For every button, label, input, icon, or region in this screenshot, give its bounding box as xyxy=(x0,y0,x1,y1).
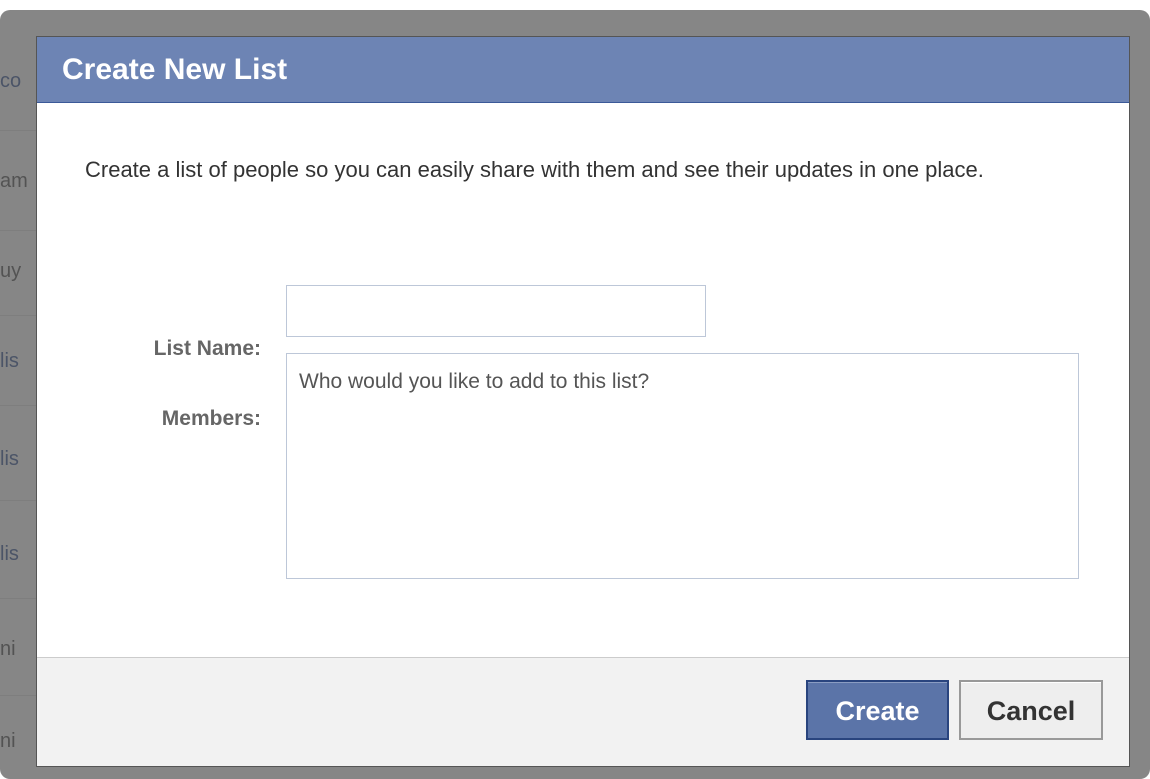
cancel-button[interactable]: Cancel xyxy=(959,680,1103,740)
dialog-description: Create a list of people so you can easil… xyxy=(85,157,984,182)
page: co am uy lis lis lis ni ni Create New Li… xyxy=(0,0,1150,779)
members-input[interactable] xyxy=(286,353,1079,579)
dialog-header: Create New List xyxy=(37,37,1129,103)
create-list-dialog: Create New List Create a list of people … xyxy=(36,36,1130,767)
dialog-footer: Create Cancel xyxy=(37,657,1129,766)
list-name-input[interactable] xyxy=(286,285,706,337)
members-label: Members: xyxy=(161,407,261,430)
create-button[interactable]: Create xyxy=(806,680,949,740)
dialog-title: Create New List xyxy=(62,53,288,86)
list-name-label: List Name: xyxy=(153,337,261,360)
